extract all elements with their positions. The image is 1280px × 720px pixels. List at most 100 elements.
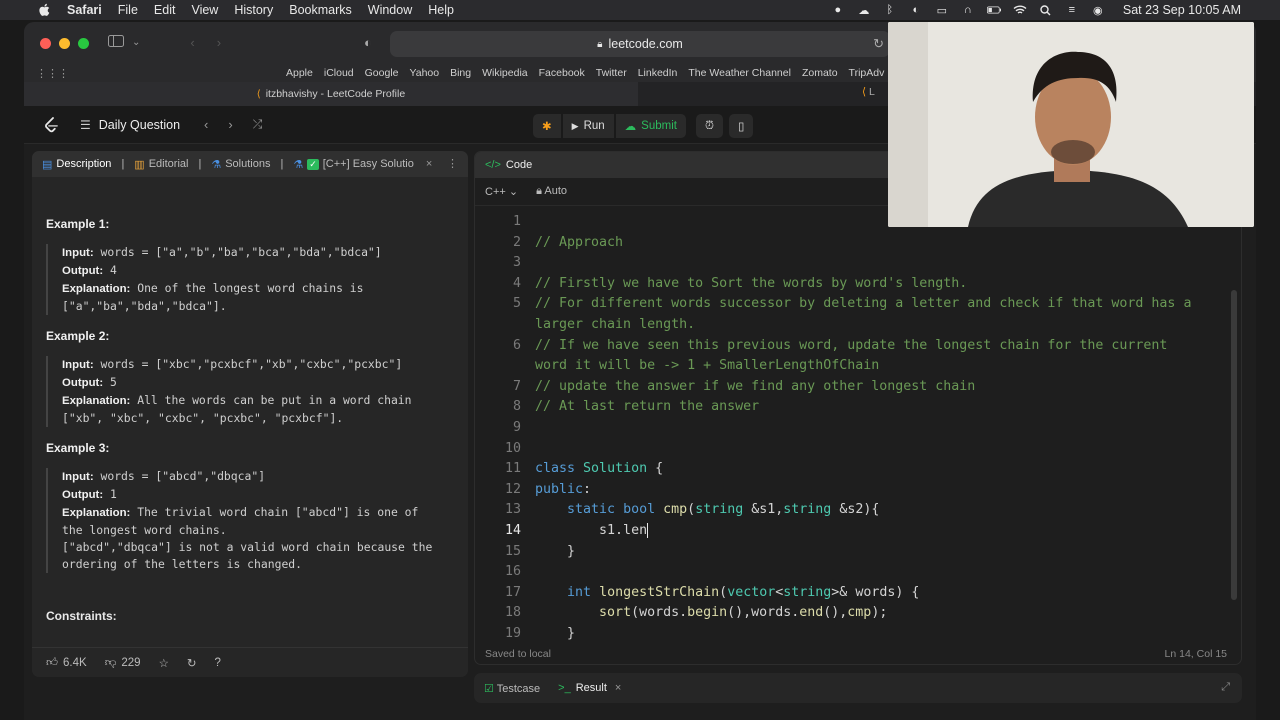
tab-description[interactable]: ▤ Description [32, 151, 121, 177]
menu-edit[interactable]: Edit [154, 3, 176, 17]
menu-help[interactable]: Help [428, 3, 454, 17]
favorite-link[interactable]: Yahoo [410, 67, 440, 79]
timer-button[interactable]: ⏰︎ [695, 114, 723, 138]
zoom-window-button[interactable] [78, 38, 89, 49]
battery-icon[interactable] [986, 4, 1001, 16]
favorite-link[interactable]: iCloud [324, 67, 354, 79]
close-tab-icon[interactable]: × [426, 158, 432, 170]
back-arrow-icon[interactable]: ‹ [190, 35, 194, 50]
favorite-star-icon[interactable]: ☆ [159, 656, 169, 670]
help-icon[interactable]: ? [215, 657, 221, 669]
daily-question-button[interactable]: ☰ Daily Question [80, 118, 180, 132]
screen-mirror-icon[interactable]: ▭ [935, 4, 949, 17]
favorite-link[interactable]: TripAdv [849, 67, 885, 79]
favorite-link[interactable]: The Weather Channel [688, 67, 791, 79]
sidebar-icon[interactable] [108, 35, 124, 50]
tab-result[interactable]: >_ Result × [558, 682, 621, 694]
favorite-link[interactable]: Apple [286, 67, 313, 79]
code-line[interactable]: sort(words.begin(),words.end(),cmp); [535, 603, 1191, 624]
code-line[interactable]: // update the answer if we find any othe… [535, 377, 1191, 398]
grid-icon[interactable]: ⋮⋮⋮ [36, 67, 69, 80]
bluetooth-icon[interactable]: ᛒ [883, 4, 897, 16]
code-line[interactable]: class Solution { [535, 459, 1191, 480]
expand-icon[interactable]: ⤢ [1221, 681, 1230, 694]
menu-file[interactable]: File [118, 3, 138, 17]
cloud-icon[interactable]: ☁ [857, 4, 871, 17]
menu-window[interactable]: Window [368, 3, 412, 17]
record-icon[interactable]: ● [831, 4, 845, 16]
more-icon[interactable]: ⋮ [447, 157, 458, 170]
submit-button[interactable]: ☁ Submit [615, 114, 686, 138]
headphones-icon[interactable]: ∩ [961, 4, 975, 16]
menu-history[interactable]: History [234, 3, 273, 17]
menu-view[interactable]: View [191, 3, 218, 17]
debug-button[interactable]: ✱ [533, 114, 561, 138]
code-line[interactable]: // For different words successor by dele… [535, 294, 1191, 315]
address-bar[interactable]: 🔒︎ leetcode.com ↻ [390, 31, 890, 57]
close-window-button[interactable] [40, 38, 51, 49]
chevron-down-icon[interactable]: ⌄ [132, 37, 140, 48]
code-line[interactable]: // If we have seen this previous word, u… [535, 336, 1191, 357]
menu-app-name[interactable]: Safari [67, 3, 102, 17]
explanation-label: Explanation: [62, 507, 131, 519]
favorite-link[interactable]: Google [365, 67, 399, 79]
code-editor[interactable]: 1 2 3 4 5 6 7 8 9 10 11 12 13 14 15 16 17 18 19 // Approac… [475, 206, 1241, 641]
search-icon[interactable] [1039, 4, 1053, 16]
menu-bookmarks[interactable]: Bookmarks [289, 3, 352, 17]
tab-testcase[interactable]: ☑ Testcase [484, 682, 540, 695]
code-line[interactable]: } [535, 624, 1191, 645]
apple-icon[interactable] [37, 3, 51, 17]
control-center-icon[interactable]: ≡ [1065, 4, 1079, 16]
notes-button[interactable]: ▯ [728, 114, 754, 138]
favorite-link[interactable]: Facebook [539, 67, 585, 79]
favorite-link[interactable]: Zomato [802, 67, 838, 79]
share-icon[interactable]: ↻ [187, 656, 197, 670]
privacy-shield-icon[interactable]: ◐ [364, 35, 372, 50]
siri-icon[interactable]: ◉ [1091, 4, 1105, 17]
code-line[interactable]: s1.len [535, 521, 1191, 542]
prev-problem-icon[interactable]: ‹ [204, 117, 208, 132]
explanation-text: ["a","ba","bda","bdca"]. [62, 299, 227, 313]
like-button[interactable]: 👍︎ 6.4K [46, 656, 87, 670]
favorite-link[interactable]: Wikipedia [482, 67, 528, 79]
code-line[interactable] [535, 253, 1191, 274]
code-line[interactable]: int longestStrChain(vector<string>& word… [535, 583, 1191, 604]
menubar-datetime[interactable]: Sat 23 Sep 10:05 AM [1123, 3, 1241, 17]
reload-icon[interactable]: ↻ [873, 36, 884, 52]
favorite-link[interactable]: Bing [450, 67, 471, 79]
code-line[interactable]: // Firstly we have to Sort the words by … [535, 274, 1191, 295]
wifi-icon[interactable] [1013, 4, 1027, 16]
code-line[interactable] [535, 418, 1191, 439]
code-line[interactable]: word it will be -> 1 + SmallerLengthOfCh… [535, 356, 1191, 377]
code-line[interactable]: larger chain length. [535, 315, 1191, 336]
code-line[interactable]: public: [535, 480, 1191, 501]
vpn-icon[interactable]: ◐ [909, 4, 923, 16]
language-select[interactable]: C++ ⌄ [485, 185, 518, 198]
tab-solutions[interactable]: ⚗ Solutions [201, 151, 280, 177]
code-line[interactable]: // Approach [535, 233, 1191, 254]
tab-solution-post[interactable]: ⚗ ✓ [C++] Easy Solutio × [283, 151, 442, 177]
line-number: 13 [504, 502, 521, 518]
dislike-button[interactable]: 👎︎ 229 [105, 656, 141, 670]
run-button[interactable]: ▶ Run [562, 114, 614, 138]
close-tab-icon[interactable]: × [615, 682, 621, 694]
code-line[interactable] [535, 562, 1191, 583]
leetcode-logo-icon[interactable] [42, 116, 60, 134]
code-line[interactable] [535, 439, 1191, 460]
code-content[interactable]: // Approach // Firstly we have to Sort t… [535, 212, 1191, 644]
minimize-window-button[interactable] [59, 38, 70, 49]
forward-arrow-icon[interactable]: › [217, 35, 221, 50]
code-line[interactable]: // At last return the answer [535, 397, 1191, 418]
browser-tab-active[interactable]: ⟨ itzbhavishy - LeetCode Profile [24, 82, 638, 106]
problem-list-icon: ☰ [80, 118, 91, 132]
favorite-link[interactable]: Twitter [596, 67, 627, 79]
editor-scrollbar[interactable] [1231, 290, 1237, 600]
code-line[interactable]: } [535, 542, 1191, 563]
code-line[interactable]: static bool cmp(string &s1,string &s2){ [535, 500, 1191, 521]
tab-editorial[interactable]: ▥ Editorial [124, 151, 198, 177]
next-problem-icon[interactable]: › [228, 117, 232, 132]
auto-mode-toggle[interactable]: 🔒︎ Auto [536, 185, 567, 198]
shuffle-icon[interactable]: ⤮ [253, 117, 263, 132]
browser-tab-other[interactable]: ⟨ L [862, 86, 875, 98]
favorite-link[interactable]: LinkedIn [638, 67, 678, 79]
